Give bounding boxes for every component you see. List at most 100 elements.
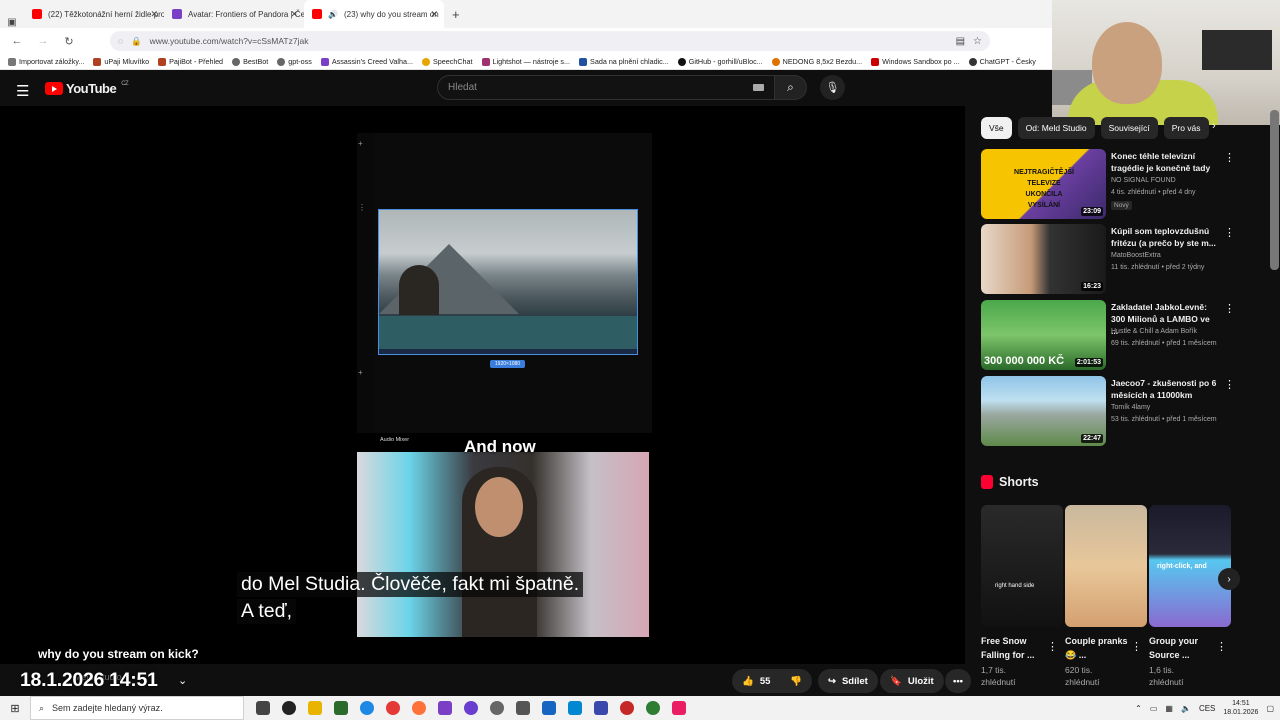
back-icon[interactable]: ← [10,35,24,47]
chip-related[interactable]: Související [1100,117,1158,139]
channel-name[interactable]: NO SIGNAL FOUND [1111,177,1221,184]
recommendation-item[interactable]: NEJTRAGIČTĚJŠÍ TELEVIZE UKONČILA VYSÍLÁN… [981,149,1235,221]
channel-name[interactable]: Hustle & Chill a Adam Bořík [1111,328,1221,335]
app-icon[interactable] [646,701,660,715]
reader-view-icon[interactable]: ▤ [956,36,965,47]
short-title[interactable]: Couple pranks 😂 ... [1065,634,1135,662]
browser-tab-1[interactable]: (22) Těžkotonážní herní židle pro ✕ [24,0,164,28]
bookmark-item[interactable]: ChatGPT - Česky [968,57,1036,66]
chevron-up-icon[interactable]: ⌃ [1135,704,1142,713]
bookmark-item[interactable]: Windows Sandbox po ... [871,57,960,66]
page-scrollbar[interactable] [1270,110,1279,270]
chevron-right-icon[interactable]: › [1212,120,1216,132]
search-input[interactable]: Hledat [437,75,775,100]
chevron-down-icon[interactable]: ⌄ [178,674,187,687]
url-text[interactable]: www.youtube.com/watch?v=cSsMATz7jak [150,36,309,46]
close-tab-icon[interactable]: ✕ [430,9,438,20]
video-title[interactable]: Kúpil som teplovzdušnú fritézu (a prečo … [1111,225,1219,249]
bookmark-item[interactable]: uPaji Mluvítko [93,57,149,66]
save-button[interactable]: 🔖 Uložit [880,669,944,693]
opera-icon[interactable] [386,701,400,715]
app-icon[interactable] [438,701,452,715]
tab-overview-icon[interactable]: ▣ [0,17,24,28]
more-vert-icon[interactable]: ⋮ [1224,378,1235,391]
address-bar[interactable]: ◌ 🔒 www.youtube.com/watch?v=cSsMATz7jak … [110,31,990,51]
tracking-shield-icon[interactable]: ◌ [118,36,123,46]
channel-name[interactable]: Tomík 4lamy [1111,404,1221,411]
forward-icon[interactable]: → [36,35,50,47]
app-icon[interactable] [568,701,582,715]
short-thumbnail[interactable]: right hand side [981,505,1063,627]
app-icon[interactable] [672,701,686,715]
recommendation-item[interactable]: 300 000 000 KČ 2:01:53 Zakladatel JabkoL… [981,300,1235,372]
windows-start-icon[interactable]: ⊞ [0,702,30,715]
more-actions-button[interactable]: ••• [945,669,971,693]
video-thumbnail[interactable]: 16:23 [981,224,1106,294]
more-vert-icon[interactable]: ⋮ [1047,640,1058,653]
new-tab-button[interactable]: + [444,0,468,28]
youtube-logo[interactable]: YouTube CZ [45,81,129,96]
app-icon[interactable] [516,701,530,715]
more-vert-icon[interactable]: ⋮ [1224,226,1235,239]
usb-icon[interactable]: ▭ [1150,704,1158,713]
channel-name[interactable]: MatoBoostExtra [1111,252,1221,259]
chip-all[interactable]: Vše [981,117,1012,139]
obs-icon[interactable] [282,701,296,715]
video-title[interactable]: Jaecoo7 - zkušenosti po 6 měsících a 110… [1111,377,1219,401]
firefox-icon[interactable] [412,701,426,715]
lock-icon[interactable]: 🔒 [131,36,142,47]
short-title[interactable]: Free Snow Falling for ... [981,634,1051,662]
bookmark-item[interactable]: Lightshot — nástroje s... [481,57,570,66]
settings-icon[interactable] [490,701,504,715]
menu-hamburger-icon[interactable]: ☰ [16,82,29,100]
reload-icon[interactable]: ↻ [62,35,76,48]
short-thumbnail[interactable] [1065,505,1147,627]
video-title[interactable]: Konec téhle televizní tragédie je konečn… [1111,150,1219,174]
close-tab-icon[interactable]: ✕ [150,9,158,20]
more-vert-icon[interactable]: ⋮ [1216,640,1227,653]
bookmark-item[interactable]: PajiBot - Přehled [158,57,223,66]
file-explorer-icon[interactable] [308,701,322,715]
thumbs-down-icon[interactable]: 👎 [790,676,802,687]
notification-icon[interactable]: ▢ [1266,704,1274,713]
browser-tab-2[interactable]: Avatar: Frontiers of Pandora | Če ✕ [164,0,304,28]
close-tab-icon[interactable]: ✕ [290,9,298,20]
like-count[interactable]: 55 [760,676,771,687]
share-button[interactable]: ↪ Sdílet [818,669,878,693]
more-vert-icon[interactable]: ⋮ [1131,640,1142,653]
bookmark-item[interactable]: gpt-oss [277,57,312,66]
chevron-right-icon[interactable]: › [1218,568,1240,590]
browser-tab-3-active[interactable]: 🔊 (23) why do you stream on ✕ [304,0,444,28]
volume-icon[interactable]: 🔈 [1181,704,1191,713]
bookmark-item[interactable]: BestBot [232,57,268,66]
chip-from-channel[interactable]: Od: Meld Studio [1017,117,1095,139]
app-icon[interactable] [620,701,634,715]
bookmark-item[interactable]: Assassin's Creed Valha... [320,57,413,66]
bookmark-item[interactable]: GitHub - gorhill/uBloc... [677,57,763,66]
video-thumbnail[interactable]: NEJTRAGIČTĚJŠÍ TELEVIZE UKONČILA VYSÍLÁN… [981,149,1106,219]
taskbar-clock[interactable]: 14:51 18.01.2026 [1223,699,1258,717]
network-icon[interactable]: ▦ [1165,704,1173,713]
bookmark-item[interactable]: Sada na plnění chladic... [579,57,669,66]
more-vert-icon[interactable]: ⋮ [1224,302,1235,315]
taskbar-search-input[interactable]: ⌕ Sem zadejte hledaný výraz. [30,696,244,720]
bookmark-item[interactable]: SpeechChat [421,57,473,66]
app-icon[interactable] [334,701,348,715]
voice-search-button[interactable]: 🎙 [820,75,845,100]
bookmark-item[interactable]: NEDONG 8,5x2 Bezdu... [771,57,862,66]
app-icon[interactable] [464,701,478,715]
bookmark-item[interactable]: Importovat záložky... [8,57,84,66]
short-thumbnail[interactable]: right-click, and [1149,505,1231,627]
app-icon[interactable] [542,701,556,715]
chip-for-you[interactable]: Pro vás [1163,117,1209,139]
thumbs-up-icon[interactable]: 👍 [742,676,754,687]
language-indicator[interactable]: CES [1199,704,1215,713]
app-icon[interactable] [594,701,608,715]
keyboard-icon[interactable] [753,84,764,91]
edge-icon[interactable] [360,701,374,715]
search-button[interactable]: ⌕ [775,75,807,100]
audio-playing-icon[interactable]: 🔊 [328,10,338,19]
short-title[interactable]: Group your Source ... [1149,634,1219,662]
task-view-icon[interactable] [256,701,270,715]
video-thumbnail[interactable]: 300 000 000 KČ 2:01:53 [981,300,1106,370]
